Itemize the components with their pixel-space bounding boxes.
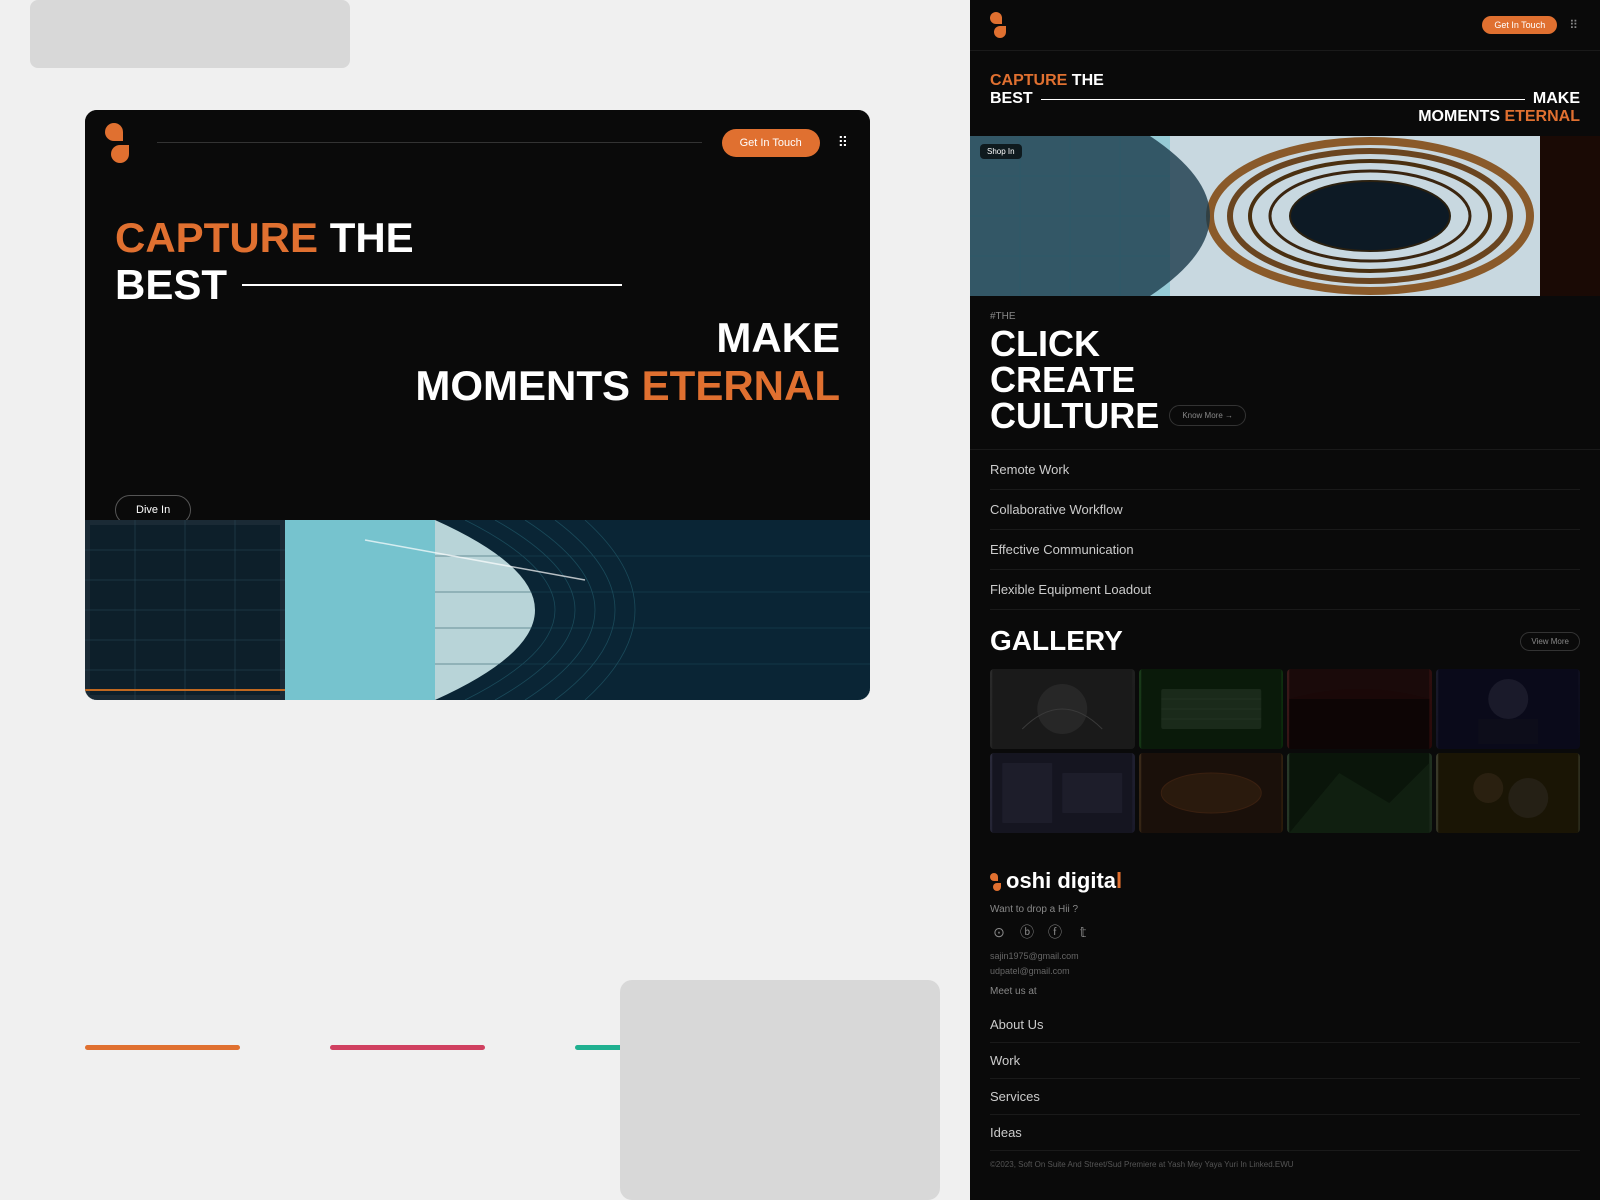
facebook-icon[interactable]: ⓕ <box>1046 923 1064 941</box>
meet-us-label: Meet us at <box>990 986 1580 997</box>
rp-make-word: MAKE <box>1533 90 1580 108</box>
footer-nav-work[interactable]: Work <box>990 1043 1580 1079</box>
shop-in-badge: Shop In <box>980 144 1022 159</box>
feature-remote-work: Remote Work <box>990 450 1580 490</box>
behance-icon[interactable]: ⓑ <box>1018 923 1036 941</box>
right-panel[interactable]: Get In Touch ⠿ CAPTURE THE BEST MAKE MOM… <box>970 0 1600 1200</box>
footer-nav-ideas[interactable]: Ideas <box>990 1115 1580 1151</box>
rp-logo-bottom <box>994 26 1006 38</box>
rp-best-bar <box>1041 99 1525 100</box>
rp-footer: oshi digital Want to drop a Hii ? ⊙ ⓑ ⓕ … <box>970 848 1600 1191</box>
logo-bottom-piece <box>111 145 129 163</box>
gallery-thumb-7 <box>1287 753 1432 833</box>
pink-bar <box>330 1045 485 1050</box>
rp-header-right: Get In Touch ⠿ <box>1482 16 1580 34</box>
rp-header: Get In Touch ⠿ <box>970 0 1600 51</box>
create-line: CREATE <box>990 362 1159 398</box>
gallery-thumb-2 <box>1139 669 1284 749</box>
brand-logo-mark <box>990 873 1004 891</box>
header-divider <box>157 142 702 143</box>
get-in-touch-button[interactable]: Get In Touch <box>722 129 820 157</box>
rp-grid-icon: ⠿ <box>1569 18 1580 32</box>
brand-dot-bottom <box>993 883 1001 891</box>
orange-bar <box>85 1045 240 1050</box>
rp-architecture-image: Shop In <box>970 136 1600 296</box>
capture-word: CAPTURE <box>115 214 318 261</box>
rp-the-word: THE <box>1072 72 1104 89</box>
make-moments-line: MAKE MOMENTS ETERNAL <box>115 314 840 410</box>
make-word: MAKE <box>716 314 840 361</box>
left-preview-area: Get In Touch ⠿ CAPTURE THE BEST MAKE MOM… <box>0 0 970 1200</box>
rp-moments-word: MOMENTS <box>1418 108 1504 125</box>
email-1: sajin1975@gmail.com <box>990 949 1580 963</box>
website-header: Get In Touch ⠿ <box>85 110 870 175</box>
gallery-thumb-1 <box>990 669 1135 749</box>
rp-moments-line: MOMENTS ETERNAL <box>990 108 1580 126</box>
rp-gallery-header: GALLERY View More <box>990 625 1580 657</box>
rp-capture-word: CAPTURE <box>990 72 1067 89</box>
eternal-word: ETERNAL <box>642 362 840 409</box>
bottom-gray-card <box>620 980 940 1200</box>
view-more-button[interactable]: View More <box>1520 632 1580 651</box>
best-line: BEST <box>115 261 840 309</box>
rp-hero-section: CAPTURE THE BEST MAKE MOMENTS ETERNAL <box>970 51 1600 136</box>
feature-flexible-equipment: Flexible Equipment Loadout <box>990 570 1580 610</box>
gallery-thumb-4 <box>1436 669 1581 749</box>
moments-word: MOMENTS <box>415 362 641 409</box>
architecture-image <box>85 520 870 700</box>
brand-dot-top <box>990 873 998 881</box>
gallery-thumb-3 <box>1287 669 1432 749</box>
rp-gallery-section: GALLERY View More <box>970 610 1600 848</box>
rp-logo-top <box>990 12 1002 24</box>
rp-features-list: Remote Work Collaborative Workflow Effec… <box>970 449 1600 610</box>
hero-section: CAPTURE THE BEST MAKE MOMENTS ETERNAL Di… <box>85 175 870 555</box>
gallery-grid <box>990 669 1580 833</box>
rp-eternal-word: ETERNAL <box>1504 108 1580 125</box>
brand-accent-letter: l <box>1116 868 1122 893</box>
gallery-title: GALLERY <box>990 625 1123 657</box>
rp-logo <box>990 12 1010 38</box>
email-2: udpatel@gmail.com <box>990 964 1580 978</box>
rp-logo-mark <box>990 12 1010 38</box>
gallery-thumb-6 <box>1139 753 1284 833</box>
footer-nav-services[interactable]: Services <box>990 1079 1580 1115</box>
the-word: THE <box>330 214 414 261</box>
rp-cta-button[interactable]: Get In Touch <box>1482 16 1557 34</box>
culture-line: CULTURE <box>990 398 1159 434</box>
gallery-thumb-8 <box>1436 753 1581 833</box>
grid-icon: ⠿ <box>838 134 850 151</box>
main-website-card: Get In Touch ⠿ CAPTURE THE BEST MAKE MOM… <box>85 110 870 700</box>
top-gray-card <box>30 0 350 68</box>
twitter-icon[interactable]: 𝕥 <box>1074 923 1092 941</box>
social-icons: ⊙ ⓑ ⓕ 𝕥 <box>990 923 1580 941</box>
contact-emails: sajin1975@gmail.com udpatel@gmail.com <box>990 949 1580 978</box>
want-hi-text: Want to drop a Hii ? <box>990 904 1580 915</box>
rp-best-line: BEST MAKE <box>990 90 1580 108</box>
click-line: CLICK <box>990 326 1159 362</box>
logo-mark <box>105 123 137 163</box>
rp-best-word: BEST <box>990 90 1033 108</box>
best-word: BEST <box>115 261 227 309</box>
feature-collaborative-workflow: Collaborative Workflow <box>990 490 1580 530</box>
rp-the-tag: #THE <box>990 311 1580 322</box>
logo-top-piece <box>105 123 123 141</box>
rp-capture-heading: CAPTURE THE <box>990 71 1580 90</box>
rp-ccc-inner: CLICK CREATE CULTURE Know More → <box>990 326 1580 434</box>
brand-name: oshi digital <box>990 868 1580 894</box>
rp-ccc-title: CLICK CREATE CULTURE <box>990 326 1159 434</box>
footer-nav-about[interactable]: About Us <box>990 1007 1580 1043</box>
capture-heading: CAPTURE THE <box>115 215 840 261</box>
footer-nav: About Us Work Services Ideas <box>990 1007 1580 1151</box>
hero-line-bar <box>242 284 622 286</box>
footer-address: ©2023, Soft On Suite And Street/Sud Prem… <box>990 1159 1580 1171</box>
rp-ccc-section: #THE CLICK CREATE CULTURE Know More → <box>970 296 1600 449</box>
instagram-icon[interactable]: ⊙ <box>990 923 1008 941</box>
gallery-thumb-5 <box>990 753 1135 833</box>
feature-effective-communication: Effective Communication <box>990 530 1580 570</box>
know-more-button[interactable]: Know More → <box>1169 405 1246 426</box>
